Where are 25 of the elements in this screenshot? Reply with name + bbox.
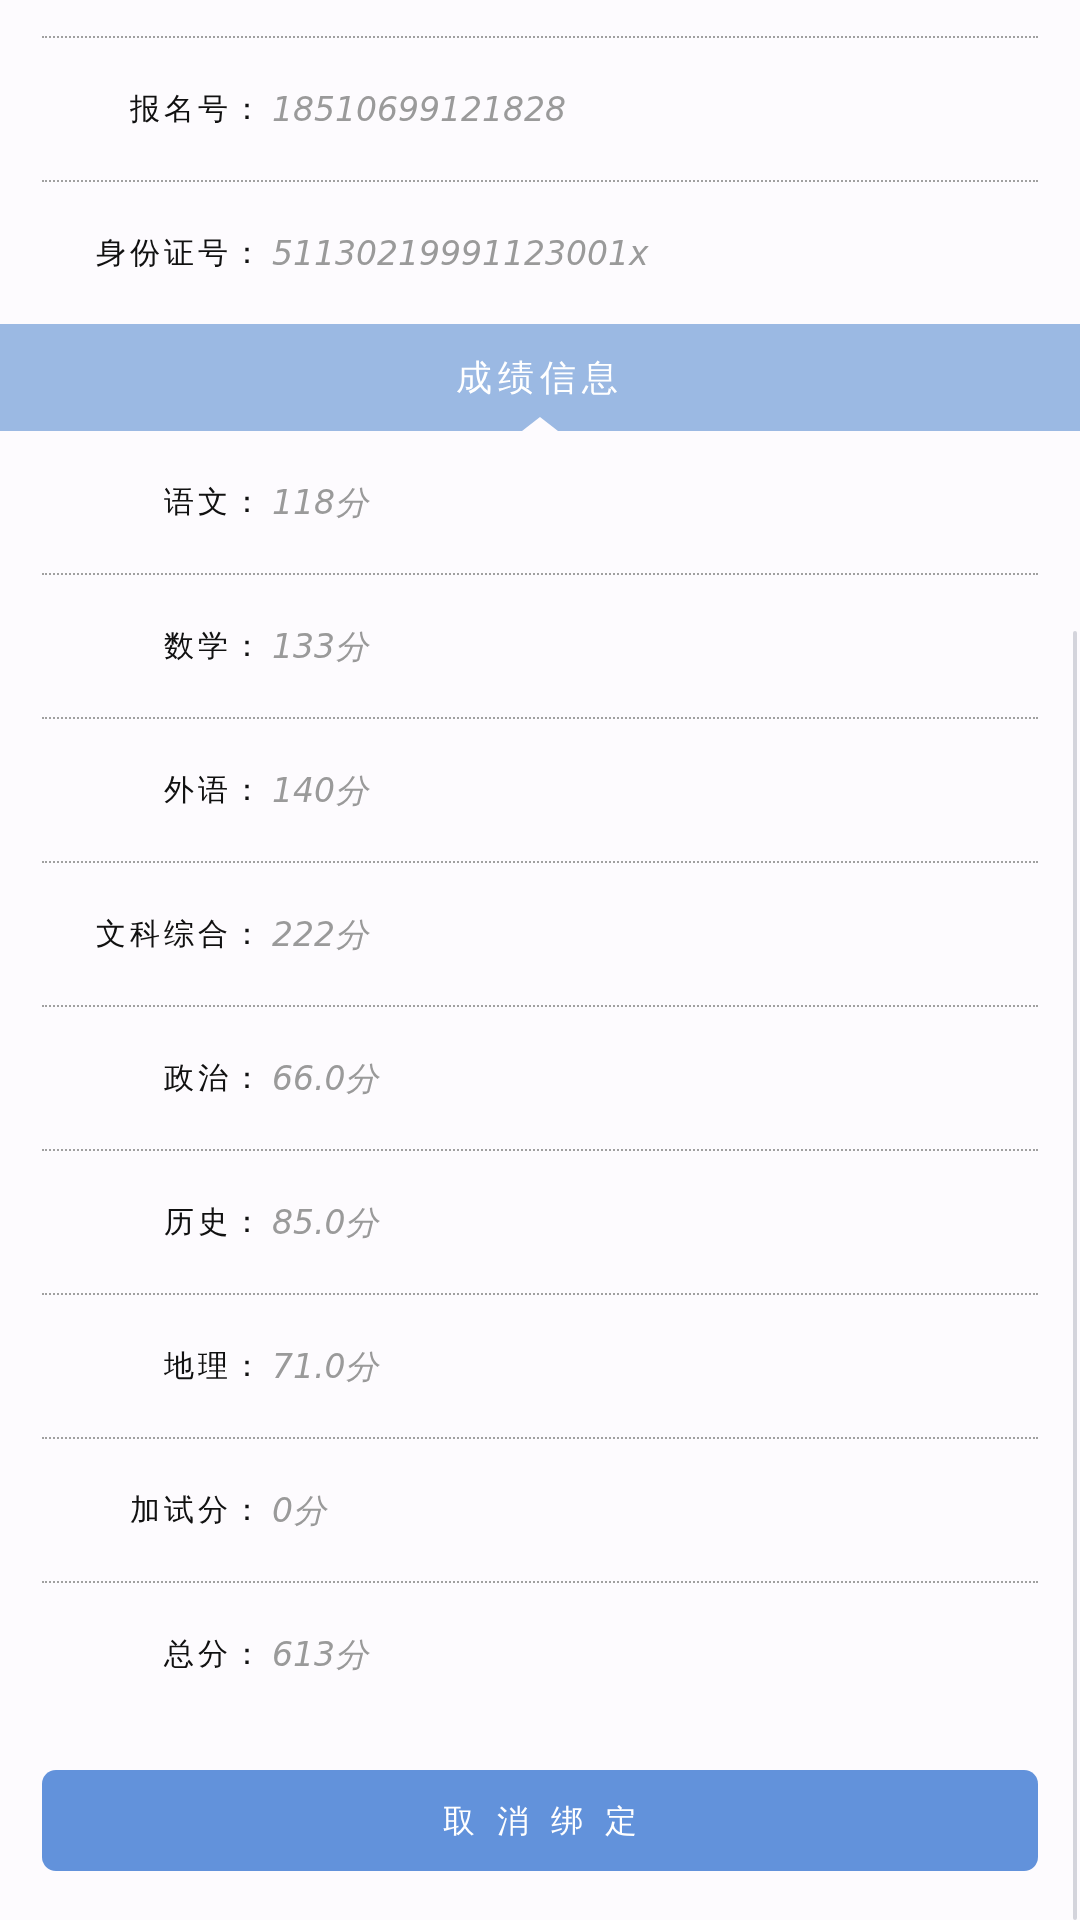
field-label: 外语： bbox=[163, 775, 266, 805]
field-label: 语文： bbox=[163, 487, 266, 517]
field-value: 18510699121828 bbox=[272, 92, 566, 126]
field-value: 71.0分 bbox=[272, 1349, 379, 1383]
field-value: 0分 bbox=[272, 1493, 326, 1527]
field-label: 数学： bbox=[163, 631, 266, 661]
field-label: 总分： bbox=[163, 1639, 266, 1669]
field-label: 身份证号： bbox=[95, 238, 266, 268]
field-value: 222分 bbox=[272, 917, 368, 951]
field-label: 政治： bbox=[163, 1063, 266, 1093]
field-label: 文科综合： bbox=[95, 919, 266, 949]
field-value: 133分 bbox=[272, 629, 368, 663]
section-title: 成绩信息 bbox=[456, 359, 624, 396]
pointer-icon bbox=[522, 417, 558, 431]
field-value: 85.0分 bbox=[272, 1205, 379, 1239]
unbind-button[interactable]: 取消绑定 bbox=[42, 1770, 1038, 1871]
field-value: 613分 bbox=[272, 1637, 368, 1671]
field-label: 报名号： bbox=[129, 94, 266, 124]
field-value: 118分 bbox=[272, 485, 368, 519]
field-value: 51130219991123001x bbox=[272, 236, 649, 270]
field-value: 66.0分 bbox=[272, 1061, 379, 1095]
field-value: 140分 bbox=[272, 773, 368, 807]
field-label: 历史： bbox=[163, 1207, 266, 1237]
field-label: 加试分： bbox=[129, 1495, 266, 1525]
field-label: 地理： bbox=[163, 1351, 266, 1381]
